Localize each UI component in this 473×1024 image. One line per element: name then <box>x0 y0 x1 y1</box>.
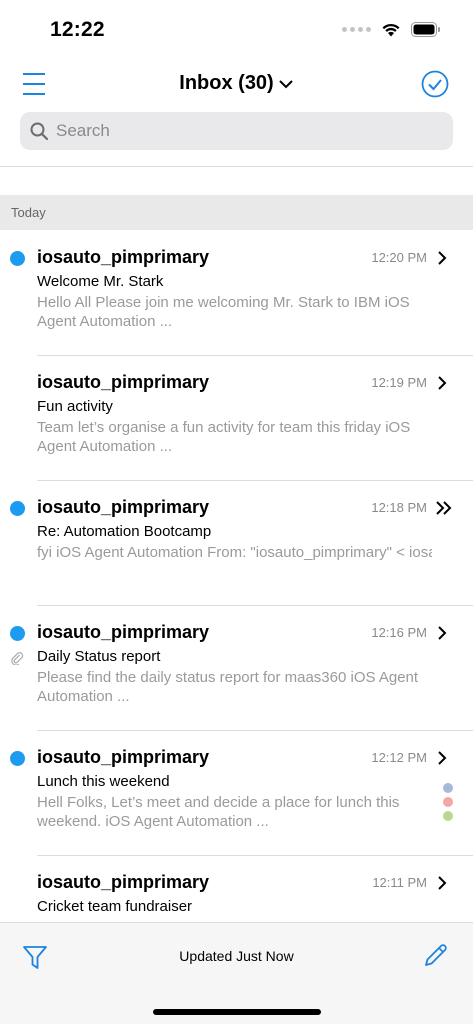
nav-bar: Inbox (30) <box>0 62 473 108</box>
divider <box>0 166 473 167</box>
unread-indicator <box>10 626 25 641</box>
email-subject: Fun activity <box>37 398 113 415</box>
tag-dot <box>443 783 453 793</box>
home-indicator <box>153 1009 321 1015</box>
select-check-icon[interactable] <box>421 70 449 98</box>
chevron-right-icon <box>438 251 447 265</box>
email-time: 12:20 PM <box>371 250 427 265</box>
email-sender: iosauto_pimprimary <box>37 497 210 517</box>
double-chevron-right-icon <box>436 501 452 515</box>
page-title: Inbox (30) <box>179 72 274 94</box>
section-header-today: Today <box>0 195 473 230</box>
email-sender: iosauto_pimprimary <box>37 622 210 642</box>
status-bar: 12:22 <box>0 0 473 62</box>
email-subject: Welcome Mr. Stark <box>37 273 164 290</box>
email-row[interactable]: iosauto_pimprimary 12:18 PM Re: Automati… <box>10 481 473 606</box>
attachment-icon <box>11 652 24 665</box>
battery-icon <box>411 22 440 37</box>
search-icon <box>30 122 48 140</box>
unread-indicator <box>10 751 25 766</box>
category-tags <box>443 783 453 821</box>
email-preview: Hello All Please join me welcoming Mr. S… <box>37 294 410 330</box>
chevron-right-icon <box>438 751 447 765</box>
chevron-right-icon <box>438 626 447 640</box>
compose-icon[interactable] <box>421 942 449 970</box>
sync-status: Updated Just Now <box>179 948 294 964</box>
unread-indicator <box>10 501 25 516</box>
email-row[interactable]: iosauto_pimprimary 12:20 PM Welcome Mr. … <box>10 231 473 356</box>
status-icons <box>342 22 441 37</box>
email-time: 12:18 PM <box>371 500 427 515</box>
email-time: 12:16 PM <box>371 625 427 640</box>
email-time: 12:19 PM <box>371 375 427 390</box>
email-row[interactable]: iosauto_pimprimary 12:16 PM Daily Status… <box>10 606 473 731</box>
tag-dot <box>443 797 453 807</box>
email-preview: Please find the daily status report for … <box>37 669 419 705</box>
signal-icon <box>342 27 371 32</box>
wifi-icon <box>382 23 400 37</box>
search-input[interactable] <box>56 121 416 141</box>
email-sender: iosauto_pimprimary <box>37 247 210 267</box>
email-row[interactable]: iosauto_pimprimary 12:12 PM Lunch this w… <box>10 731 473 856</box>
chevron-down-icon <box>279 80 293 89</box>
bottom-toolbar: Updated Just Now <box>0 922 473 1024</box>
email-subject: Re: Automation Bootcamp <box>37 523 212 540</box>
email-subject: Cricket team fundraiser <box>37 898 193 915</box>
email-preview: fyi iOS Agent Automation From: "iosauto_… <box>37 544 432 561</box>
unread-indicator <box>10 251 25 266</box>
inbox-title-dropdown[interactable]: Inbox (30) <box>0 72 473 95</box>
email-time: 12:11 PM <box>372 875 427 890</box>
email-sender: iosauto_pimprimary <box>37 372 210 392</box>
email-list: iosauto_pimprimary 12:20 PM Welcome Mr. … <box>0 231 473 981</box>
tag-dot <box>443 811 453 821</box>
email-sender: iosauto_pimprimary <box>37 872 210 892</box>
email-preview: Hell Folks, Let’s meet and decide a plac… <box>37 794 400 830</box>
email-time: 12:12 PM <box>371 750 427 765</box>
email-subject: Lunch this weekend <box>37 773 170 790</box>
email-preview: Team let’s organise a fun activity for t… <box>37 419 411 455</box>
email-sender: iosauto_pimprimary <box>37 747 210 767</box>
status-time: 12:22 <box>50 18 105 41</box>
email-subject: Daily Status report <box>37 648 161 665</box>
email-row[interactable]: iosauto_pimprimary 12:19 PM Fun activity… <box>37 356 473 481</box>
search-bar[interactable] <box>20 112 453 150</box>
chevron-right-icon <box>438 376 447 390</box>
chevron-right-icon <box>438 876 447 890</box>
